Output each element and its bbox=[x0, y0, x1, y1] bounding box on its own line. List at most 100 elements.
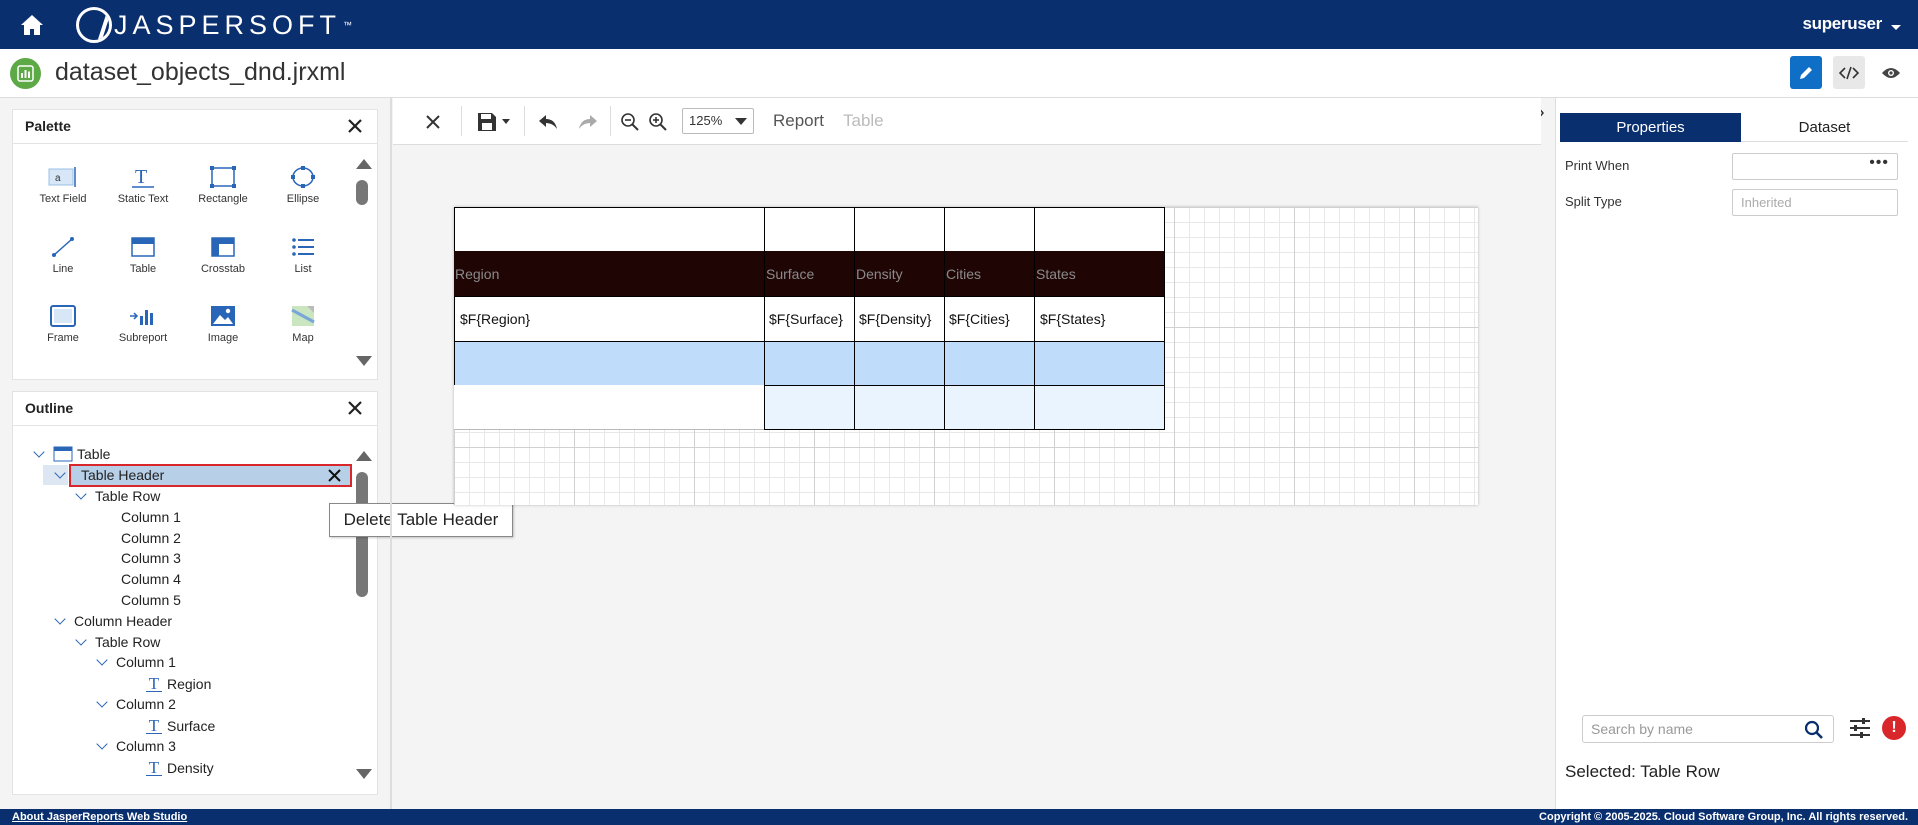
outline-node-table[interactable]: Table bbox=[33, 444, 110, 464]
palette-subreport[interactable]: Subreport bbox=[103, 304, 183, 344]
zoom-select[interactable]: 125% bbox=[682, 108, 754, 134]
close-editor-button[interactable] bbox=[423, 98, 443, 145]
preview-button[interactable] bbox=[1875, 56, 1907, 89]
selected-table-row[interactable] bbox=[454, 341, 1165, 386]
save-button[interactable] bbox=[471, 98, 515, 145]
source-view-button[interactable] bbox=[1833, 56, 1865, 89]
column-header-density[interactable]: Density bbox=[851, 251, 941, 297]
palette-crosstab[interactable]: Crosstab bbox=[183, 235, 263, 275]
outline-node-column[interactable]: Column 1 bbox=[121, 507, 181, 527]
chevron-down-icon[interactable] bbox=[54, 613, 66, 625]
table-header-band[interactable] bbox=[454, 207, 1165, 252]
breadcrumb-report[interactable]: Report bbox=[773, 111, 824, 131]
print-when-field[interactable]: ••• bbox=[1732, 153, 1898, 180]
table-icon bbox=[131, 237, 155, 257]
chevron-down-icon[interactable] bbox=[96, 696, 108, 708]
outline-node-table-row[interactable]: Table Row bbox=[75, 486, 160, 506]
palette-scroll-up[interactable] bbox=[356, 159, 372, 169]
jaspersoft-logo[interactable]: JASPERSOFT ™ bbox=[76, 6, 352, 44]
palette-label: Line bbox=[52, 263, 74, 275]
list-icon bbox=[292, 238, 314, 256]
breadcrumb-table[interactable]: Table bbox=[843, 111, 884, 131]
caret-down-icon[interactable] bbox=[1891, 25, 1901, 30]
column-header-cities[interactable]: Cities bbox=[941, 251, 1031, 297]
palette-text-field[interactable]: a Text Field bbox=[23, 165, 103, 205]
palette-title: Palette bbox=[25, 118, 71, 134]
outline-scroll-down[interactable] bbox=[356, 769, 372, 779]
zoom-in-button[interactable] bbox=[645, 98, 671, 145]
palette-rectangle[interactable]: Rectangle bbox=[183, 165, 263, 205]
palette-static-text[interactable]: T Static Text bbox=[103, 165, 183, 205]
palette-ellipse[interactable]: Ellipse bbox=[263, 165, 343, 205]
chevron-down-icon[interactable] bbox=[75, 634, 87, 646]
outline-node-column[interactable]: Column 5 bbox=[121, 590, 181, 610]
outline-node-table-header-selected[interactable]: Table Header bbox=[69, 464, 352, 487]
outline-node-label: Column 2 bbox=[116, 696, 176, 712]
about-link[interactable]: About JasperReports Web Studio bbox=[12, 811, 187, 823]
palette-line[interactable]: Line bbox=[23, 235, 103, 275]
palette-scroll-down[interactable] bbox=[356, 356, 372, 366]
copyright: Copyright © 2005-2025. Cloud Software Gr… bbox=[1539, 811, 1908, 823]
outline-node-text-field[interactable]: T Surface bbox=[146, 716, 215, 736]
error-icon[interactable]: ! bbox=[1882, 716, 1906, 740]
outline-node-column[interactable]: Column 2 bbox=[121, 528, 181, 548]
filter-settings-icon[interactable] bbox=[1848, 716, 1872, 740]
palette-label: Frame bbox=[47, 332, 79, 344]
outline-node-table-row[interactable]: Table Row bbox=[75, 632, 160, 652]
outline-node-column-header[interactable]: Column Header bbox=[54, 611, 172, 631]
tab-properties[interactable]: Properties bbox=[1560, 113, 1741, 142]
field-cities[interactable]: $F{Cities} bbox=[945, 296, 1034, 342]
zoom-out-button[interactable] bbox=[617, 98, 643, 145]
palette-scrollbar-thumb[interactable] bbox=[356, 180, 368, 205]
field-density[interactable]: $F{Density} bbox=[855, 296, 944, 342]
chevron-down-icon[interactable] bbox=[33, 446, 45, 458]
footer-band[interactable] bbox=[764, 385, 1165, 430]
design-view-button[interactable] bbox=[1790, 56, 1822, 89]
static-text-icon: T bbox=[146, 717, 162, 734]
splitter-left[interactable] bbox=[390, 98, 392, 809]
outline-node-column[interactable]: Column 2 bbox=[96, 694, 176, 714]
outline-node-column[interactable]: Column 4 bbox=[121, 569, 181, 589]
split-type-field[interactable]: Inherited bbox=[1732, 189, 1898, 216]
column-header-states[interactable]: States bbox=[1031, 251, 1161, 297]
outline-node-column[interactable]: Column 3 bbox=[121, 548, 181, 568]
outline-scroll-up[interactable] bbox=[356, 451, 372, 461]
chevron-down-icon[interactable] bbox=[96, 654, 108, 666]
palette-list[interactable]: List bbox=[263, 235, 343, 275]
search-icon[interactable] bbox=[1804, 720, 1824, 740]
field-surface[interactable]: $F{Surface} bbox=[765, 296, 854, 342]
delete-icon[interactable] bbox=[327, 468, 342, 483]
properties-panel: Properties Dataset Print When ••• Split … bbox=[1555, 98, 1918, 809]
field-region[interactable]: $F{Region} bbox=[455, 296, 755, 342]
more-icon[interactable]: ••• bbox=[1869, 154, 1889, 172]
split-type-label: Split Type bbox=[1565, 194, 1622, 209]
canvas-toolbar: 125% Report Table bbox=[393, 98, 1541, 145]
field-states[interactable]: $F{States} bbox=[1035, 296, 1164, 342]
chevron-down-icon[interactable] bbox=[96, 738, 108, 750]
tab-dataset[interactable]: Dataset bbox=[1741, 113, 1908, 142]
user-menu[interactable]: superuser bbox=[1802, 14, 1882, 34]
outline-node-label: Column 1 bbox=[116, 654, 176, 670]
outline-node-text-field[interactable]: T Region bbox=[146, 674, 211, 694]
home-button[interactable] bbox=[0, 0, 63, 49]
palette-map[interactable]: Map bbox=[263, 304, 343, 344]
outline-node-column[interactable]: Column 1 bbox=[96, 652, 176, 672]
column-header-region[interactable]: Region bbox=[450, 251, 750, 297]
column-header-surface[interactable]: Surface bbox=[761, 251, 851, 297]
palette-frame[interactable]: Frame bbox=[23, 304, 103, 344]
outline-node-text-field[interactable]: T Density bbox=[146, 758, 214, 778]
close-icon[interactable] bbox=[347, 400, 363, 416]
outline-node-label: Column 2 bbox=[121, 530, 181, 546]
outline-node-label: Column 5 bbox=[121, 592, 181, 608]
undo-button[interactable] bbox=[533, 98, 563, 145]
palette-table[interactable]: Table bbox=[103, 235, 183, 275]
chevron-down-icon[interactable] bbox=[54, 467, 66, 479]
outline-node-column[interactable]: Column 3 bbox=[96, 736, 176, 756]
property-search-input[interactable]: Search by name bbox=[1582, 715, 1834, 743]
footer-cell[interactable] bbox=[454, 385, 764, 430]
close-icon[interactable] bbox=[347, 118, 363, 134]
chevron-down-icon[interactable] bbox=[75, 488, 87, 500]
palette-image[interactable]: Image bbox=[183, 304, 263, 344]
redo-button[interactable] bbox=[573, 98, 603, 145]
report-canvas[interactable]: Region Surface Density Cities States $F{… bbox=[454, 207, 1478, 505]
